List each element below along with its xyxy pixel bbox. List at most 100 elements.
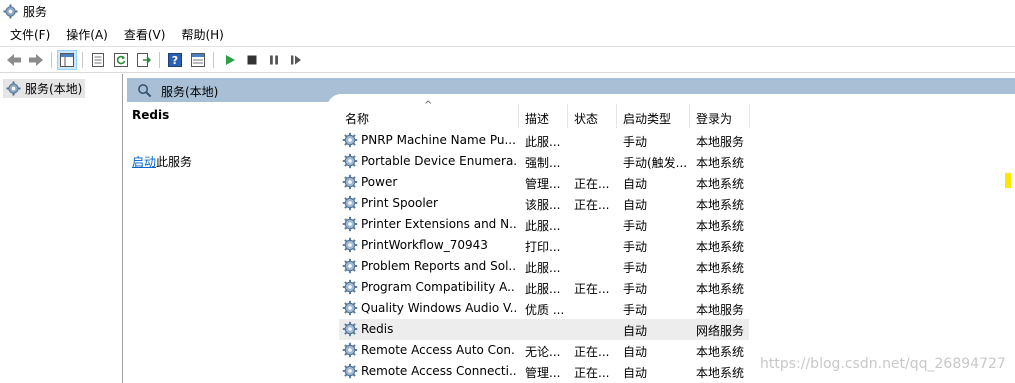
cell-name: Problem Reports and Sol... xyxy=(361,259,516,273)
cell-startup-type: 手动(触发... xyxy=(623,156,688,170)
console-button[interactable] xyxy=(188,50,208,70)
column-header-startup-type[interactable]: 启动类型 xyxy=(623,110,671,127)
table-row[interactable]: PNRP Machine Name Pu... 此服... 手动 本地服务 xyxy=(339,130,1015,151)
export-button[interactable] xyxy=(134,50,154,70)
table-row[interactable]: Problem Reports and Sol... 此服... 手动 本地系统 xyxy=(339,256,1015,277)
properties-icon xyxy=(92,53,104,67)
forward-icon xyxy=(29,54,43,66)
service-gear-icon xyxy=(342,132,358,148)
cell-name: PNRP Machine Name Pu... xyxy=(361,133,516,147)
table-row[interactable]: Program Compatibility A... 此服... 正在... 手动 本地… xyxy=(339,277,1015,298)
list-body: PNRP Machine Name Pu... 此服... 手动 本地服务 Portab… xyxy=(339,130,1015,382)
start-service-link[interactable]: 启动 xyxy=(132,155,156,169)
column-header-status[interactable]: 状态 xyxy=(574,110,598,127)
services-gear-icon xyxy=(6,81,21,96)
cell-log-on-as: 本地系统 xyxy=(696,198,745,212)
cell-log-on-as: 网络服务 xyxy=(696,324,745,338)
search-gear-icon xyxy=(138,84,152,98)
service-gear-icon xyxy=(342,216,358,232)
column-divider[interactable] xyxy=(567,104,568,128)
properties-button[interactable] xyxy=(88,50,108,70)
service-gear-icon xyxy=(342,342,358,358)
tree-item-services-local[interactable]: 服务(本地) xyxy=(3,79,86,98)
cell-log-on-as: 本地系统 xyxy=(696,156,745,170)
cell-description: 此服... xyxy=(525,261,561,275)
table-row[interactable]: Portable Device Enumera... 强制... 手动(触发... 本… xyxy=(339,151,1015,172)
cell-description: 强制... xyxy=(525,156,561,170)
selected-service-name: Redis xyxy=(132,108,170,122)
console-icon xyxy=(191,53,205,67)
cell-log-on-as: 本地服务 xyxy=(696,303,745,317)
service-gear-icon xyxy=(342,237,358,253)
cell-startup-type: 手动 xyxy=(623,261,648,275)
cell-startup-type: 自动 xyxy=(623,177,648,191)
show-tree-button[interactable] xyxy=(57,50,77,70)
service-gear-icon xyxy=(342,153,358,169)
column-divider[interactable] xyxy=(749,104,750,128)
column-header-description[interactable]: 描述 xyxy=(525,110,549,127)
cell-status: 正在... xyxy=(574,345,610,359)
column-header-name[interactable]: 名称 xyxy=(345,110,369,127)
menu-action[interactable]: 操作(A) xyxy=(66,24,108,44)
resume-service-button[interactable] xyxy=(286,50,306,70)
show-tree-icon xyxy=(60,53,74,67)
cell-description: 无论... xyxy=(525,345,561,359)
pane-title: 服务(本地) xyxy=(161,85,219,99)
table-row[interactable]: Quality Windows Audio V... 优质 ... 手动 本地服务 xyxy=(339,298,1015,319)
cell-name: PrintWorkflow_70943 xyxy=(361,238,488,252)
service-action: 启动此服务 xyxy=(132,153,192,170)
stop-service-button[interactable] xyxy=(242,50,262,70)
column-header-log-on-as[interactable]: 登录为 xyxy=(696,110,732,127)
forward-button[interactable] xyxy=(26,50,46,70)
cell-status: 正在... xyxy=(574,366,610,380)
menu-help[interactable]: 帮助(H) xyxy=(181,24,223,44)
menu-file[interactable]: 文件(F) xyxy=(10,24,50,44)
cell-description: 管理... xyxy=(525,366,561,380)
column-divider[interactable] xyxy=(616,104,617,128)
cell-startup-type: 手动 xyxy=(623,303,648,317)
service-gear-icon xyxy=(342,195,358,211)
cell-startup-type: 自动 xyxy=(623,345,648,359)
cell-name: Remote Access Auto Con... xyxy=(361,343,516,357)
menu-view[interactable]: 查看(V) xyxy=(124,24,166,44)
column-divider[interactable] xyxy=(689,104,690,128)
cell-startup-type: 手动 xyxy=(623,135,648,149)
refresh-button[interactable] xyxy=(111,50,131,70)
cell-status: 正在... xyxy=(574,282,610,296)
table-row[interactable]: Printer Extensions and N... 此服... 手动 本地系统 xyxy=(339,214,1015,235)
start-service-button[interactable] xyxy=(220,50,240,70)
pause-service-button[interactable] xyxy=(264,50,284,70)
service-gear-icon xyxy=(342,300,358,316)
service-gear-icon xyxy=(342,258,358,274)
help-button[interactable]: ? xyxy=(165,50,185,70)
table-row[interactable]: Power 管理... 正在... 自动 本地系统 xyxy=(339,172,1015,193)
services-gear-icon xyxy=(3,4,18,19)
cell-description: 打印... xyxy=(525,240,561,254)
console-tree: 服务(本地) xyxy=(0,74,123,383)
cell-log-on-as: 本地系统 xyxy=(696,219,745,233)
cell-name: Quality Windows Audio V... xyxy=(361,301,516,315)
content-area: Redis 启动此服务 ^ 名称 描述 状态 启动类型 登录为 PNRP Mac… xyxy=(127,94,1015,383)
help-icon: ? xyxy=(168,53,182,67)
back-button[interactable] xyxy=(4,50,24,70)
cell-description: 此服... xyxy=(525,282,561,296)
cell-description: 此服... xyxy=(525,219,561,233)
cell-startup-type: 手动 xyxy=(623,282,648,296)
toolbar-separator xyxy=(82,52,83,68)
resume-icon xyxy=(291,55,301,65)
table-row[interactable]: PrintWorkflow_70943 打印... 手动 本地系统 xyxy=(339,235,1015,256)
table-row[interactable]: Redis 自动 网络服务 xyxy=(339,319,1015,340)
cell-startup-type: 自动 xyxy=(623,324,648,338)
stop-icon xyxy=(247,55,257,65)
column-divider[interactable] xyxy=(518,104,519,128)
play-icon xyxy=(226,55,235,65)
cell-status: 正在... xyxy=(574,177,610,191)
highlight-mark xyxy=(1005,173,1011,188)
table-row[interactable]: Print Spooler 该服... 正在... 自动 本地系统 xyxy=(339,193,1015,214)
cell-log-on-as: 本地系统 xyxy=(696,345,745,359)
export-icon xyxy=(137,53,151,67)
cell-startup-type: 手动 xyxy=(623,240,648,254)
toolbar-separator xyxy=(159,52,160,68)
cell-log-on-as: 本地系统 xyxy=(696,261,745,275)
list-header: ^ 名称 描述 状态 启动类型 登录为 xyxy=(339,100,1015,130)
